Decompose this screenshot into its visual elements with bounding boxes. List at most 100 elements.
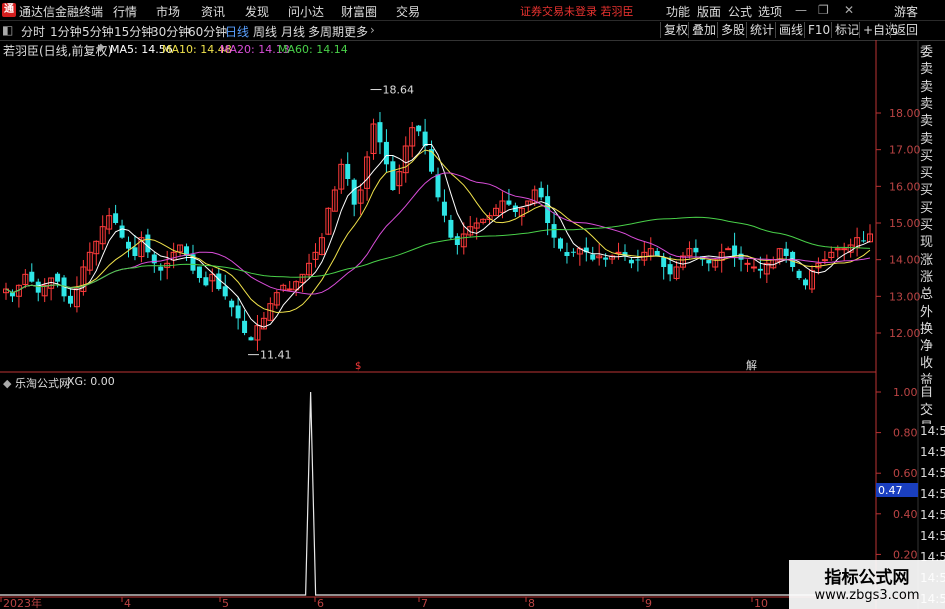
candle-body-down [377,122,383,143]
x-tick-label: 7 [421,597,428,609]
menu-layout[interactable]: 版面 [697,3,721,20]
candlestick-series [3,112,873,351]
candle-body-down [132,247,138,256]
settings-diamond-icon[interactable]: ◆ [97,42,105,53]
candle-body-down [732,245,738,256]
menu-ask[interactable]: 问小达 [288,3,324,20]
sub-y-tick-label: 0.40 [893,508,918,521]
app-logo-icon: 通 [2,3,16,17]
menu-options[interactable]: 选项 [758,3,782,20]
f10-button[interactable]: F10 [804,22,833,38]
back-button[interactable]: 返回 [890,22,921,38]
candle-body-down [67,295,73,304]
draw-line-button[interactable]: 画线 [775,22,806,38]
menu-formula[interactable]: 公式 [728,3,752,20]
event-marker-dollar: $ [355,361,361,372]
close-icon[interactable]: ✕ [844,3,854,17]
restore-icon[interactable]: ❐ [818,3,829,17]
candle-body-down [196,266,202,278]
candle-body-down [738,253,744,260]
event-marker-unlock: 解 [746,358,757,372]
sub-chart-label: ◆ 乐淘公式网 [3,377,70,390]
guest-user[interactable]: 游客 [894,3,918,20]
panel-toggle-icon[interactable]: ◧ [2,23,13,37]
candle-body-up [744,262,751,265]
adjust-button[interactable]: 复权 [660,22,691,38]
watermark-url: www.zbgs3.com [814,588,920,603]
candle-body-down [422,131,428,146]
chevron-right-icon[interactable]: › [370,23,375,37]
menu-wealth[interactable]: 财富圈 [341,3,377,20]
candle-body-down [628,259,634,264]
y-tick-label: 15.00 [889,217,921,230]
login-status: 证券交易未登录 若羽臣 [520,5,634,18]
current-value-label: 0.47 [878,484,903,497]
candle-body-down [654,250,660,256]
candle-body-down [667,264,673,275]
chart-area: 18.00 17.00 16.00 15.00 14.00 13.00 12.00 18.64… [0,40,945,609]
candle-body-up [750,266,757,269]
period-1min[interactable]: 1分钟 [50,23,82,40]
period-monthly[interactable]: 月线 [281,23,305,40]
period-5min[interactable]: 5分钟 [82,23,114,40]
chart-frame [0,40,945,609]
period-daily[interactable]: 日线 [225,23,249,40]
candle-body-up [286,288,293,291]
x-tick-label: 8 [528,597,535,609]
x-tick-label: 10 [754,597,768,609]
period-intraday[interactable]: 分时 [21,23,45,40]
menu-trade[interactable]: 交易 [396,3,420,20]
candle-body-down [757,268,763,271]
candle-body-down [448,219,454,238]
sub-indicator-chart: 1.000.800.600.400.200.472023年 4 5 6 7 8 9 10 [0,386,918,609]
chart-labels: 18.00 17.00 16.00 15.00 14.00 13.00 12.00 18.64… [248,84,921,372]
candle-body-down [783,248,789,256]
settings-diamond-icon[interactable]: ◆ [3,377,15,390]
candle-body-up [841,248,848,251]
menu-news[interactable]: 资讯 [201,3,225,20]
candle-body-down [429,149,435,172]
period-weekly[interactable]: 周线 [253,23,277,40]
period-multi[interactable]: 多周期 [308,23,344,40]
period-30min[interactable]: 30分钟 [151,23,190,40]
statistics-button[interactable]: 统计 [746,22,777,38]
menu-quotes[interactable]: 行情 [113,3,137,20]
x-tick-label: 9 [645,597,652,609]
candle-body-down [235,305,241,319]
y-tick-label: 13.00 [889,290,921,303]
candle-body-down [796,270,802,278]
x-tick-label: 2023年 [3,596,42,609]
candle-body-down [158,266,164,271]
period-more[interactable]: 更多 [344,23,368,40]
menu-function[interactable]: 功能 [666,3,690,20]
candle-body-down [603,257,609,260]
candle-body-down [145,234,151,253]
candle-body-down [229,300,235,308]
stock-label: 若羽臣(日线,前复权) [3,44,113,58]
high-label: 18.64 [383,84,415,97]
period-15min[interactable]: 15分钟 [114,23,153,40]
y-tick-label: 17.00 [889,144,921,157]
multi-stock-button[interactable]: 多股 [717,22,748,38]
mark-button[interactable]: 标记 [831,22,862,38]
overlay-button[interactable]: 叠加 [688,22,719,38]
candle-body-down [861,240,867,242]
period-60min[interactable]: 60分钟 [188,23,227,40]
menu-market[interactable]: 市场 [156,3,180,20]
candle-body-down [564,252,570,256]
menu-discover[interactable]: 发现 [245,3,269,20]
candle-body-down [570,251,576,253]
candle-body-up [821,259,828,262]
candle-body-up [615,251,622,254]
minimize-icon[interactable]: — [795,3,807,17]
candle-body-down [558,238,564,249]
sub-y-tick-label: 0.80 [893,427,918,440]
tick-time: 14:56 [920,529,945,543]
sub-y-tick-label: 1.00 [893,386,918,399]
candle-body-down [803,279,809,286]
y-tick-label: 16.00 [889,180,921,193]
watermark: 指标公式网 www.zbgs3.com [789,560,945,609]
candle-body-down [119,225,125,238]
candle-body-down [222,286,228,297]
period-toolbar: ◧ 分时 1分钟 5分钟 15分钟 30分钟 60分钟 日线 周线 月线 多周期… [0,21,945,41]
